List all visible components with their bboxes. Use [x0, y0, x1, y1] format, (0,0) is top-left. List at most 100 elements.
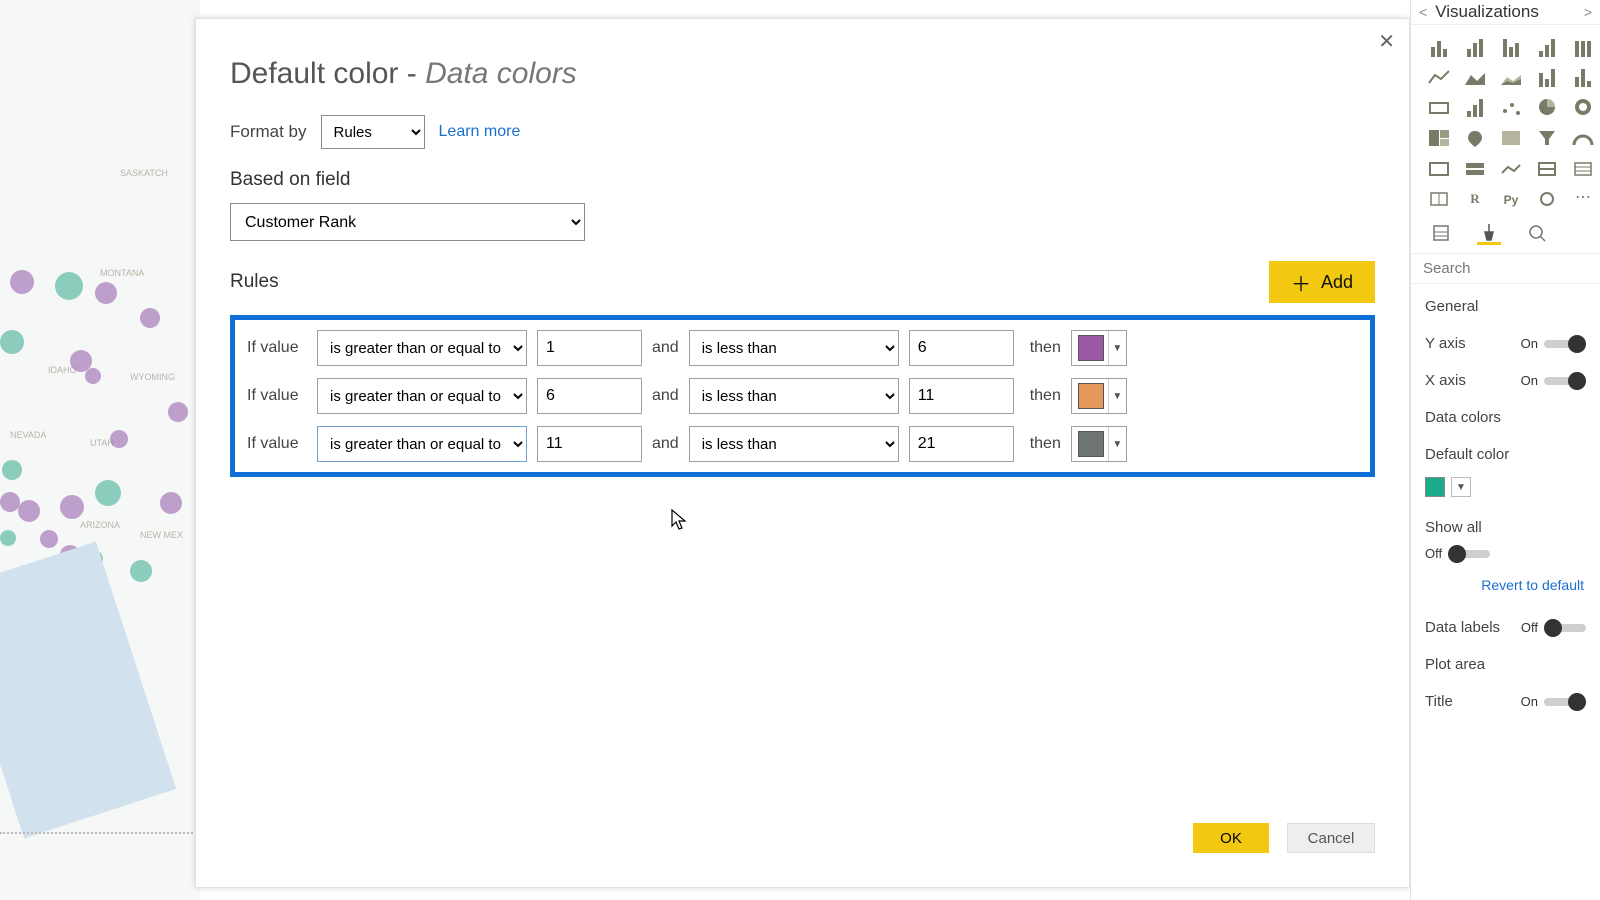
plus-icon: ＋ — [1291, 268, 1311, 297]
rule-operator-1-select[interactable]: is greater than or equal to — [317, 426, 527, 462]
rule-value-2-input[interactable] — [909, 426, 1014, 462]
rule-color-picker[interactable]: ▼ — [1071, 426, 1127, 462]
line-clustered-icon[interactable] — [1569, 65, 1597, 87]
if-value-label: If value — [247, 435, 307, 453]
format-by-select[interactable]: Rules — [321, 115, 425, 149]
rule-value-1-input[interactable] — [537, 378, 642, 414]
more-visuals-icon[interactable]: ⋯ — [1569, 185, 1597, 207]
funnel-icon[interactable] — [1533, 125, 1561, 147]
rule-row: If value is greater than or equal to and… — [239, 372, 1366, 420]
based-on-field-select[interactable]: Customer Rank — [230, 203, 585, 241]
rule-color-picker[interactable]: ▼ — [1071, 378, 1127, 414]
title-toggle[interactable] — [1544, 695, 1586, 709]
conditional-formatting-dialog: ✕ Default color - Data colors Format by … — [195, 18, 1410, 888]
ok-button[interactable]: OK — [1193, 823, 1269, 853]
rule-operator-1-select[interactable]: is greater than or equal to — [317, 378, 527, 414]
hundred-stacked-icon[interactable] — [1569, 35, 1597, 57]
stacked-area-icon[interactable] — [1497, 65, 1525, 87]
map-label: NEW MEX — [140, 530, 183, 540]
rule-color-picker[interactable]: ▼ — [1071, 330, 1127, 366]
line-stacked-icon[interactable] — [1533, 65, 1561, 87]
rule-row: If value is greater than or equal to and… — [239, 420, 1366, 468]
pie-icon[interactable] — [1533, 95, 1561, 117]
r-visual-icon[interactable]: R — [1461, 185, 1489, 207]
rule-operator-2-select[interactable]: is less than — [689, 330, 899, 366]
close-icon[interactable]: ✕ — [1378, 29, 1395, 54]
line-chart-icon[interactable] — [1425, 65, 1453, 87]
and-label: and — [652, 339, 679, 357]
data-labels-toggle[interactable] — [1544, 621, 1586, 635]
learn-more-link[interactable]: Learn more — [439, 123, 521, 141]
add-rule-button[interactable]: ＋ Add — [1269, 261, 1375, 303]
rules-label: Rules — [230, 271, 279, 293]
default-color-dropdown[interactable]: ▼ — [1451, 477, 1471, 497]
rule-value-2-input[interactable] — [909, 330, 1014, 366]
rule-value-2-input[interactable] — [909, 378, 1014, 414]
waterfall-icon[interactable] — [1461, 95, 1489, 117]
panel-next-icon[interactable]: > — [1584, 4, 1592, 20]
format-section-y-axis[interactable]: Y axis On — [1411, 325, 1600, 362]
revert-to-default-link[interactable]: Revert to default — [1411, 571, 1600, 609]
kpi-icon[interactable] — [1497, 155, 1525, 177]
dialog-title: Default color - Data colors — [230, 57, 1375, 91]
format-tab-icon[interactable] — [1477, 221, 1501, 245]
map-label: SASKATCH — [120, 168, 168, 178]
rule-value-1-input[interactable] — [537, 330, 642, 366]
rule-operator-2-select[interactable]: is less than — [689, 426, 899, 462]
chevron-down-icon: ▼ — [1108, 379, 1126, 413]
rules-highlight-box: If value is greater than or equal to and… — [230, 315, 1375, 477]
format-section-general[interactable]: General — [1411, 288, 1600, 325]
and-label: and — [652, 387, 679, 405]
table-icon[interactable] — [1569, 155, 1597, 177]
format-by-label: Format by — [230, 122, 307, 142]
color-swatch — [1078, 335, 1104, 361]
gauge-icon[interactable] — [1569, 125, 1597, 147]
format-section-data-labels[interactable]: Data labels Off — [1411, 609, 1600, 646]
donut-icon[interactable] — [1569, 95, 1597, 117]
color-swatch — [1078, 431, 1104, 457]
scatter-icon[interactable] — [1497, 95, 1525, 117]
search-input[interactable]: Search — [1411, 254, 1600, 284]
format-section-x-axis[interactable]: X axis On — [1411, 362, 1600, 399]
rule-value-1-input[interactable] — [537, 426, 642, 462]
slicer-icon[interactable] — [1533, 155, 1561, 177]
stacked-column-icon[interactable] — [1461, 35, 1489, 57]
if-value-label: If value — [247, 387, 307, 405]
map-label: NEVADA — [10, 430, 46, 440]
ribbon-icon[interactable] — [1425, 95, 1453, 117]
visual-type-grid: R Py ⋯ — [1411, 25, 1600, 215]
format-section-title[interactable]: Title On — [1411, 683, 1600, 720]
show-all-toggle[interactable] — [1448, 547, 1490, 561]
map-label: WYOMING — [130, 372, 175, 382]
default-color-swatch — [1425, 477, 1445, 497]
format-section-plot-area[interactable]: Plot area — [1411, 646, 1600, 683]
format-section-data-colors[interactable]: Data colors — [1411, 399, 1600, 436]
area-chart-icon[interactable] — [1461, 65, 1489, 87]
map-label: ARIZONA — [80, 520, 120, 530]
map-icon[interactable] — [1461, 125, 1489, 147]
multirow-card-icon[interactable] — [1461, 155, 1489, 177]
x-axis-toggle[interactable] — [1544, 374, 1586, 388]
cancel-button[interactable]: Cancel — [1287, 823, 1375, 853]
stacked-bar-icon[interactable] — [1425, 35, 1453, 57]
default-color-label: Default color — [1411, 436, 1600, 473]
if-value-label: If value — [247, 339, 307, 357]
chevron-down-icon: ▼ — [1108, 331, 1126, 365]
matrix-icon[interactable] — [1425, 185, 1453, 207]
clustered-bar-icon[interactable] — [1497, 35, 1525, 57]
clustered-column-icon[interactable] — [1533, 35, 1561, 57]
y-axis-toggle[interactable] — [1544, 337, 1586, 351]
key-influencers-icon[interactable] — [1533, 185, 1561, 207]
chevron-down-icon: ▼ — [1108, 427, 1126, 461]
filled-map-icon[interactable] — [1497, 125, 1525, 147]
rule-operator-1-select[interactable]: is greater than or equal to — [317, 330, 527, 366]
fields-tab-icon[interactable] — [1429, 221, 1453, 245]
py-visual-icon[interactable]: Py — [1497, 185, 1525, 207]
panel-prev-icon[interactable]: < — [1419, 4, 1427, 20]
card-icon[interactable] — [1425, 155, 1453, 177]
analytics-tab-icon[interactable] — [1525, 221, 1549, 245]
cursor-icon — [671, 509, 687, 536]
treemap-icon[interactable] — [1425, 125, 1453, 147]
show-all-label: Show all — [1411, 509, 1600, 546]
rule-operator-2-select[interactable]: is less than — [689, 378, 899, 414]
